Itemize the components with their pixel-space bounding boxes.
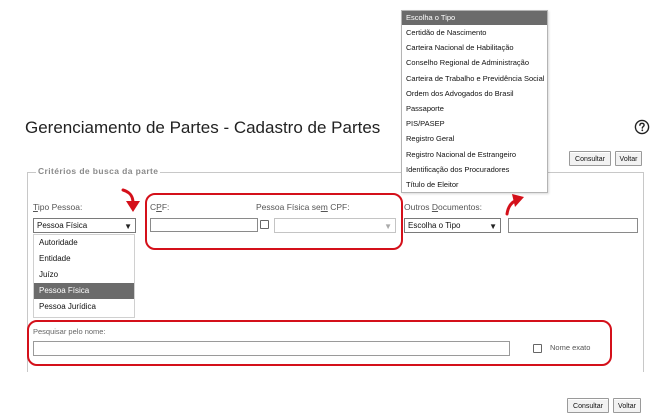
documento-option[interactable]: PIS/PASEP <box>402 116 547 131</box>
tipo-pessoa-option[interactable]: Autoridade <box>34 235 134 251</box>
page-title: Gerenciamento de Partes - Cadastro de Pa… <box>25 118 381 137</box>
consultar-button-bottom[interactable]: Consultar <box>567 398 609 413</box>
question-circle-icon[interactable] <box>634 119 650 135</box>
voltar-button-bottom[interactable]: Voltar <box>613 398 641 413</box>
tipo-pessoa-label: Tipo Pessoa: <box>33 202 83 212</box>
documento-option[interactable]: Conselho Regional de Administração <box>402 55 547 70</box>
tipo-pessoa-option[interactable]: Entidade <box>34 251 134 267</box>
documento-option[interactable]: Ordem dos Advogados do Brasil <box>402 86 547 101</box>
tipo-pessoa-options-list: Autoridade Entidade Juízo Pessoa Física … <box>33 234 135 318</box>
tipo-pessoa-option-selected[interactable]: Pessoa Física <box>34 283 134 299</box>
search-criteria-legend: Critérios de busca da parte <box>36 166 161 176</box>
annotation-highlight-cpf <box>145 193 403 250</box>
tipo-pessoa-option[interactable]: Pessoa Jurídica <box>34 299 134 315</box>
documento-option[interactable]: Passaporte <box>402 101 547 116</box>
documento-option[interactable]: Certidão de Nascimento <box>402 25 547 40</box>
tipo-pessoa-option[interactable]: Juízo <box>34 267 134 283</box>
consultar-button-top[interactable]: Consultar <box>569 151 611 166</box>
outros-documentos-select[interactable]: Escolha o Tipo ▼ <box>404 218 501 233</box>
chevron-down-icon: ▼ <box>124 222 132 231</box>
documento-option[interactable]: Carteira de Trabalho e Previdência Socia… <box>402 71 547 86</box>
tipo-pessoa-select[interactable]: Pessoa Física ▼ <box>33 218 136 233</box>
documento-option[interactable]: Registro Nacional de Estrangeiro <box>402 147 547 162</box>
documento-option[interactable]: Registro Geral <box>402 131 547 146</box>
documento-option[interactable]: Carteira Nacional de Habilitação <box>402 40 547 55</box>
documento-option[interactable]: Identificação dos Procuradores <box>402 162 547 177</box>
outros-documentos-value: Escolha o Tipo <box>408 221 461 230</box>
tipo-pessoa-value: Pessoa Física <box>37 221 88 230</box>
annotation-arrow-up-icon <box>505 194 524 216</box>
annotation-highlight-nome <box>27 320 612 366</box>
voltar-button-top[interactable]: Voltar <box>615 151 642 166</box>
annotation-arrow-down-icon <box>121 188 140 212</box>
documento-numero-input[interactable] <box>508 218 638 233</box>
outros-documentos-label: Outros Documentos: <box>404 202 482 212</box>
documento-option[interactable]: Título de Eleitor <box>402 177 547 192</box>
chevron-down-icon: ▼ <box>489 222 497 231</box>
dropdown-header[interactable]: Escolha o Tipo <box>402 11 547 25</box>
outros-documentos-dropdown: Escolha o Tipo Certidão de Nascimento Ca… <box>401 10 548 193</box>
